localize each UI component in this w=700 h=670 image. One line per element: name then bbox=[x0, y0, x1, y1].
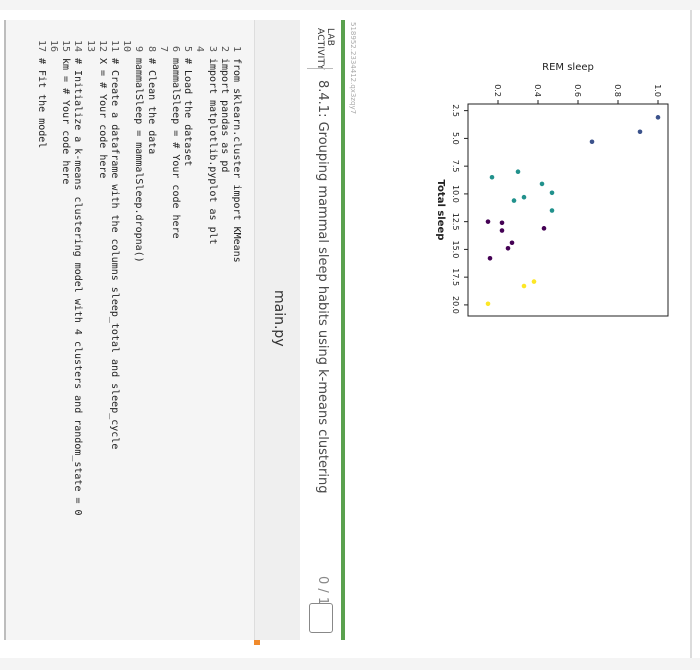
data-point bbox=[589, 139, 595, 145]
code-line[interactable]: 16 bbox=[47, 36, 59, 58]
x-tick-label: 7.5 bbox=[451, 160, 460, 173]
line-number: 8 bbox=[145, 45, 157, 52]
line-number: 9 bbox=[133, 45, 145, 52]
data-point bbox=[541, 226, 547, 231]
code-line[interactable]: 7 bbox=[157, 36, 169, 58]
data-point bbox=[499, 220, 505, 226]
line-number: 12 bbox=[96, 39, 108, 52]
code-line[interactable]: 3 import matplotlib.pyplot as plt bbox=[206, 36, 218, 245]
scatter-plot: 2.5 5.0 7.5 10.0 12.5 15.0 17.5 20.0 0.2 0.4 0.6 0.… bbox=[436, 58, 692, 323]
y-tick-label: 0.2 bbox=[493, 84, 502, 97]
x-tick-label: 17.5 bbox=[451, 268, 460, 286]
y-tick-label: 1.0 bbox=[653, 84, 662, 97]
code-line[interactable]: 17 # Fit the model bbox=[35, 36, 47, 148]
y-axis-label: REM sleep bbox=[542, 62, 594, 73]
code-text: X = # Your code here bbox=[96, 58, 108, 179]
lab-title: 8.4.1: Grouping mammal sleep habits usin… bbox=[315, 80, 330, 494]
code-line[interactable]: 10 bbox=[120, 36, 132, 58]
code-text: from sklearn.cluster import KMeans bbox=[231, 58, 242, 263]
line-number: 4 bbox=[194, 45, 206, 52]
lab-activity-label: LAB ACTIVITY bbox=[315, 28, 335, 70]
resize-handle[interactable] bbox=[254, 640, 260, 645]
data-point bbox=[521, 283, 527, 289]
x-tick-label: 2.5 bbox=[451, 104, 460, 117]
code-line[interactable]: 14 # Initialize a k-means clustering mode… bbox=[71, 36, 83, 516]
code-line[interactable]: 15 km = # Your code here bbox=[59, 36, 71, 184]
scatter-chart: 2.5 5.0 7.5 10.0 12.5 15.0 17.5 20.0 0.2 0.4 0.6 0.… bbox=[436, 62, 669, 317]
data-point bbox=[511, 198, 517, 203]
data-point bbox=[489, 174, 495, 180]
y-tick-label: 0.6 bbox=[573, 84, 582, 97]
data-point bbox=[515, 169, 521, 175]
data-point bbox=[549, 208, 555, 213]
code-line[interactable]: 2 import pandas as pd bbox=[218, 36, 230, 172]
code-text: mammalSleep = mammalSleep.dropna() bbox=[133, 58, 145, 263]
code-text: # Fit the model bbox=[35, 58, 47, 149]
data-point bbox=[499, 228, 505, 233]
line-number: 3 bbox=[206, 45, 218, 52]
code-line[interactable]: 13 bbox=[84, 36, 96, 58]
x-tick-label: 15.0 bbox=[451, 240, 460, 258]
x-tick-label: 5.0 bbox=[451, 132, 460, 145]
code-text: km = # Your code here bbox=[60, 58, 72, 185]
data-point bbox=[655, 115, 661, 120]
line-number: 13 bbox=[84, 39, 96, 52]
data-point bbox=[531, 279, 537, 284]
line-number: 2 bbox=[218, 45, 230, 52]
code-line[interactable]: 8 # Clean the data bbox=[145, 36, 157, 154]
data-point bbox=[509, 240, 515, 246]
file-tab[interactable]: main.py bbox=[255, 20, 300, 640]
code-text: # Create a dataframe with the columns sl… bbox=[109, 58, 120, 450]
code-editor[interactable]: 1from sklearn.cluster import KMeans 2impo… bbox=[4, 20, 255, 640]
code-line[interactable]: 11 # Create a dataframe with the columns … bbox=[108, 36, 120, 449]
code-line[interactable]: 6 mammalSleep = # Your code here bbox=[169, 36, 181, 239]
line-number: 6 bbox=[170, 45, 181, 52]
plot-frame bbox=[467, 103, 669, 317]
lab-score: 0 / 1 bbox=[315, 576, 330, 606]
header-divider bbox=[307, 68, 333, 69]
line-number: 11 bbox=[109, 39, 120, 52]
data-point bbox=[637, 129, 643, 135]
code-line[interactable]: 5 # Load the dataset bbox=[181, 36, 193, 166]
x-tick-label: 12.5 bbox=[451, 213, 460, 231]
lab-activity-header: LAB ACTIVITY 8.4.1: Grouping mammal slee… bbox=[299, 20, 345, 640]
line-number: 17 bbox=[35, 39, 47, 52]
y-tick-label: 0.8 bbox=[613, 84, 622, 97]
code-text: mammalSleep = # Your code here bbox=[170, 58, 181, 239]
code-text: # Load the dataset bbox=[182, 58, 194, 167]
line-number: 1 bbox=[231, 45, 242, 52]
code-text: # Clean the data bbox=[145, 58, 157, 155]
y-tick-label: 0.4 bbox=[533, 84, 542, 97]
code-text: import pandas as pd bbox=[218, 58, 230, 173]
file-name: main.py bbox=[271, 290, 287, 347]
lab-id: 518952.2334412.qx3zqy7 bbox=[349, 22, 357, 115]
line-number: 5 bbox=[182, 45, 194, 52]
data-point bbox=[539, 181, 545, 187]
rotated-page: 2.5 5.0 7.5 10.0 12.5 15.0 17.5 20.0 0.2 0.4 0.6 0.… bbox=[0, 0, 700, 670]
data-point bbox=[521, 194, 527, 200]
line-number: 16 bbox=[48, 39, 59, 52]
x-tick-label: 10.0 bbox=[451, 185, 460, 203]
code-line[interactable]: 4 bbox=[193, 36, 205, 58]
editor-bottom-border bbox=[4, 20, 6, 640]
data-point bbox=[505, 245, 511, 251]
code-line[interactable]: 12 X = # Your code here bbox=[96, 36, 108, 178]
code-line[interactable]: 9 mammalSleep = mammalSleep.dropna() bbox=[132, 36, 144, 263]
x-tick-label: 20.0 bbox=[451, 296, 460, 314]
x-axis-label: Total sleep bbox=[436, 180, 446, 241]
code-line[interactable]: 1 from sklearn.cluster import KMeans bbox=[230, 36, 242, 263]
data-point bbox=[487, 255, 493, 261]
code-text: # Initialize a k-means clustering model … bbox=[72, 58, 84, 516]
line-number: 10 bbox=[121, 39, 133, 52]
data-point bbox=[485, 301, 491, 307]
line-number: 15 bbox=[60, 39, 72, 52]
score-badge-icon bbox=[309, 603, 333, 633]
code-text: import matplotlib.pyplot as plt bbox=[206, 58, 218, 245]
line-number: 14 bbox=[72, 39, 84, 52]
data-point bbox=[549, 190, 555, 196]
line-number: 7 bbox=[157, 45, 169, 52]
data-point bbox=[485, 219, 491, 224]
